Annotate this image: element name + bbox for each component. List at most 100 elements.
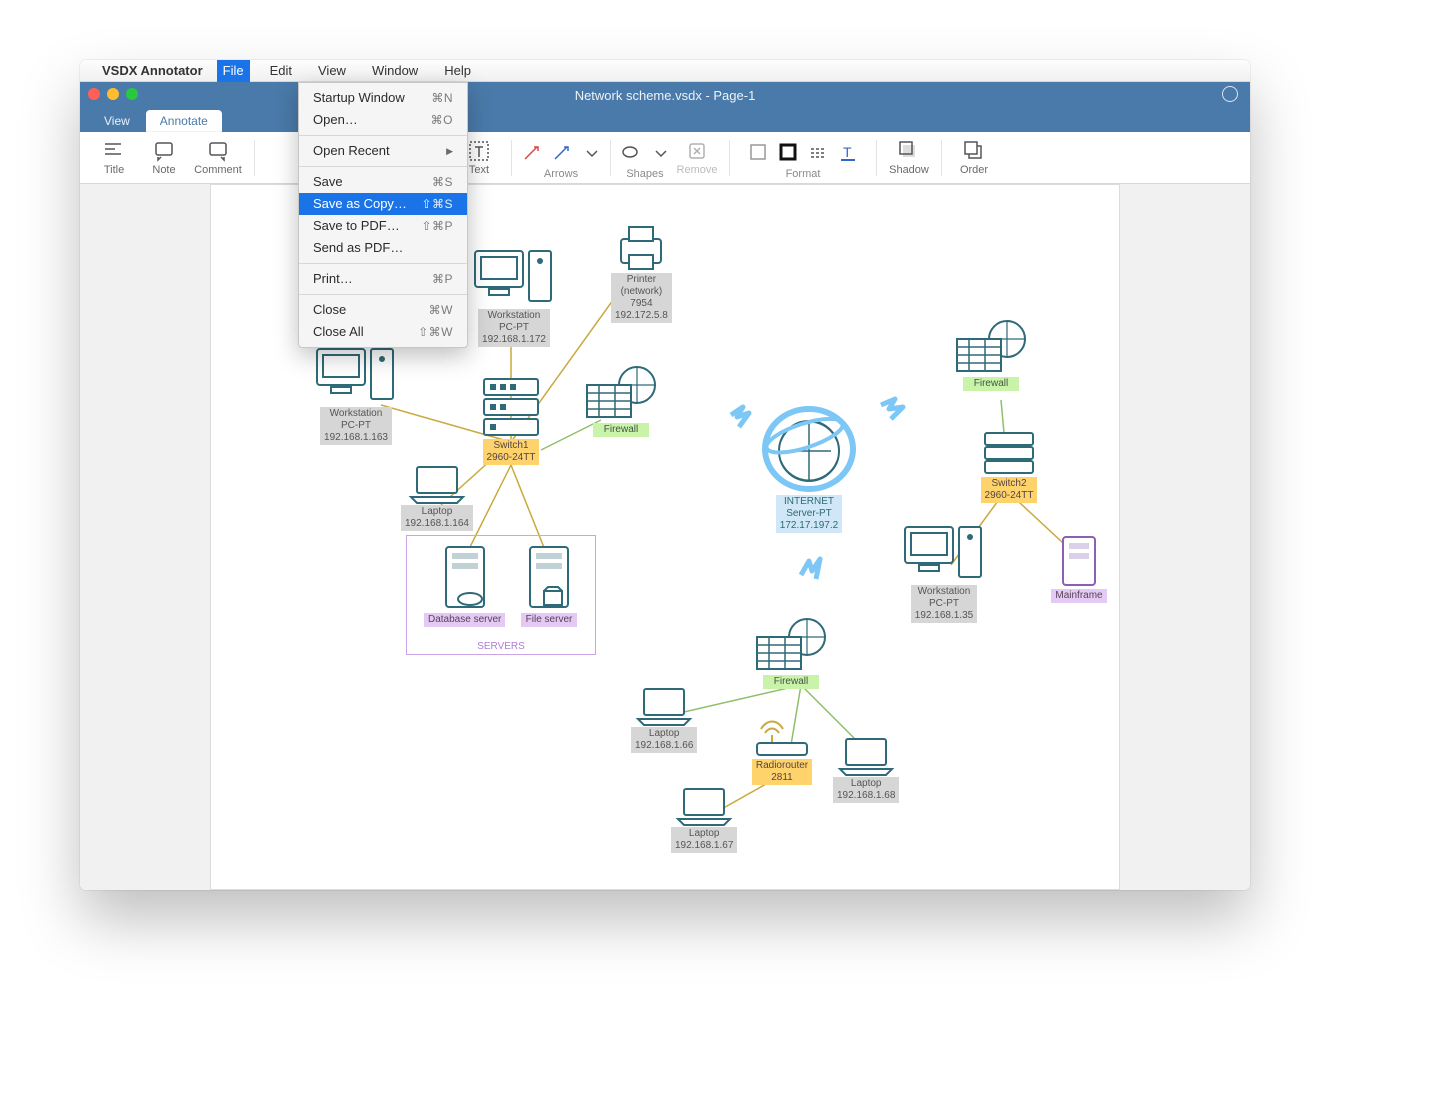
tool-shadow[interactable]: Shadow	[885, 133, 933, 183]
separator	[511, 140, 512, 176]
firewall-icon	[951, 317, 1031, 377]
menuitem-close[interactable]: Close⌘W	[299, 299, 467, 321]
laptop-icon	[634, 685, 694, 727]
node-workstation-left[interactable]: WorkstationPC-PT192.168.1.163	[313, 343, 399, 445]
firewall-icon	[751, 615, 831, 675]
node-router[interactable]: Radiorouter2811	[751, 715, 813, 785]
arrow-blue-icon[interactable]	[550, 142, 572, 162]
node-label: Laptop192.168.1.67	[671, 827, 737, 853]
tool-comment[interactable]: Comment	[190, 133, 246, 183]
globe-icon	[759, 405, 859, 495]
node-laptop-1[interactable]: Laptop192.168.1.164	[401, 463, 473, 531]
traffic-lights	[88, 88, 138, 100]
node-label: WorkstationPC-PT192.168.1.163	[320, 407, 392, 445]
menu-file[interactable]: File	[217, 60, 250, 82]
tool-shapes-label: Shapes	[626, 168, 663, 180]
tool-order-label: Order	[960, 164, 988, 176]
menuitem-close-all[interactable]: Close All⇧⌘W	[299, 321, 467, 343]
menu-help[interactable]: Help	[438, 60, 477, 82]
switch-icon	[979, 429, 1039, 477]
menu-separator	[299, 294, 467, 295]
node-laptop-3[interactable]: Laptop192.168.1.67	[671, 785, 737, 853]
node-label: File server	[521, 613, 577, 627]
node-laptop-4[interactable]: Laptop192.168.1.68	[833, 735, 899, 803]
printer-icon	[613, 221, 669, 273]
separator	[729, 140, 730, 176]
menu-separator	[299, 166, 467, 167]
menu-edit[interactable]: Edit	[264, 60, 298, 82]
arrow-menu-icon[interactable]	[580, 142, 602, 162]
app-name[interactable]: VSDX Annotator	[102, 63, 203, 78]
menuitem-save-as-copy[interactable]: Save as Copy…⇧⌘S	[299, 193, 467, 215]
switch-icon	[476, 375, 546, 439]
menu-view[interactable]: View	[312, 60, 352, 82]
separator	[941, 140, 942, 176]
node-fileserver[interactable]: File server	[521, 543, 577, 627]
zoom-icon[interactable]	[126, 88, 138, 100]
tool-title-label: Title	[104, 164, 124, 176]
window-title: Network scheme.vsdx - Page-1	[575, 88, 756, 103]
feedback-icon[interactable]	[1222, 86, 1238, 102]
node-mainframe[interactable]: Mainframe	[1051, 533, 1107, 603]
title-icon	[103, 140, 125, 162]
app-window: VSDX Annotator File Edit View Window Hel…	[80, 60, 1250, 890]
node-switch-2[interactable]: Switch22960-24TT	[979, 429, 1039, 503]
tab-annotate[interactable]: Annotate	[146, 110, 222, 132]
fill-color-icon[interactable]	[747, 142, 769, 162]
tool-title[interactable]: Title	[90, 133, 138, 183]
text-color-icon[interactable]: T	[837, 142, 859, 162]
group-label: SERVERS	[407, 641, 595, 652]
node-switch-1[interactable]: Switch12960-24TT	[476, 375, 546, 465]
file-menu-dropdown: Startup Window⌘N Open…⌘O Open Recent Sav…	[298, 82, 468, 348]
menu-window[interactable]: Window	[366, 60, 424, 82]
menuitem-save-to-pdf[interactable]: Save to PDF…⇧⌘P	[299, 215, 467, 237]
node-workstation-right[interactable]: WorkstationPC-PT192.168.1.35	[901, 521, 987, 623]
laptop-icon	[674, 785, 734, 827]
firewall-icon	[581, 363, 661, 423]
canvas[interactable]: WorkstationPC-PT192.168.1.172 192.168.2.…	[80, 184, 1250, 890]
separator	[876, 140, 877, 176]
separator	[254, 140, 255, 176]
node-laptop-2[interactable]: Laptop192.168.1.66	[631, 685, 697, 753]
svg-text:T: T	[843, 144, 852, 160]
menuitem-print[interactable]: Print…⌘P	[299, 268, 467, 290]
node-printer[interactable]: Printer(network)7954192.172.5.8	[611, 221, 672, 323]
tool-order[interactable]: Order	[950, 133, 998, 183]
menuitem-save[interactable]: Save⌘S	[299, 171, 467, 193]
stroke-style-icon[interactable]	[807, 142, 829, 162]
workstation-icon	[901, 521, 987, 585]
tab-view[interactable]: View	[90, 110, 144, 132]
tool-shadow-label: Shadow	[889, 164, 929, 176]
tool-shapes-group: Shapes	[619, 136, 671, 180]
node-label: Switch12960-24TT	[483, 439, 540, 465]
menuitem-startup-window[interactable]: Startup Window⌘N	[299, 87, 467, 109]
toolbar: Title Note Comment Picture Text Arro	[80, 132, 1250, 184]
menuitem-send-as-pdf[interactable]: Send as PDF…	[299, 237, 467, 259]
node-workstation-top[interactable]: WorkstationPC-PT192.168.1.172	[471, 245, 557, 347]
tool-note[interactable]: Note	[140, 133, 188, 183]
node-firewall-2[interactable]: Firewall	[951, 317, 1031, 391]
node-label: Firewall	[593, 423, 649, 437]
shape-menu-icon[interactable]	[649, 142, 671, 162]
server-icon	[440, 543, 490, 613]
menu-separator	[299, 263, 467, 264]
menuitem-open-recent[interactable]: Open Recent	[299, 140, 467, 162]
minimize-icon[interactable]	[107, 88, 119, 100]
node-firewall-1[interactable]: Firewall	[581, 363, 661, 437]
stroke-color-icon[interactable]	[777, 142, 799, 162]
arrow-red-icon[interactable]	[520, 142, 542, 162]
window-titlebar: Network scheme.vsdx - Page-1	[80, 82, 1250, 108]
menuitem-open[interactable]: Open…⌘O	[299, 109, 467, 131]
workstation-icon	[313, 343, 399, 407]
comment-icon	[207, 140, 229, 162]
tool-arrows-label: Arrows	[544, 168, 578, 180]
node-dbserver[interactable]: Database server	[424, 543, 505, 627]
node-firewall-3[interactable]: Firewall	[751, 615, 831, 689]
close-icon[interactable]	[88, 88, 100, 100]
node-label: Laptop192.168.1.164	[401, 505, 473, 531]
shape-icon[interactable]	[619, 142, 641, 162]
node-label: Printer(network)7954192.172.5.8	[611, 273, 672, 323]
menu-separator	[299, 135, 467, 136]
tool-format-label: Format	[786, 168, 821, 180]
node-internet[interactable]: INTERNETServer-PT172.17.197.2	[759, 405, 859, 533]
